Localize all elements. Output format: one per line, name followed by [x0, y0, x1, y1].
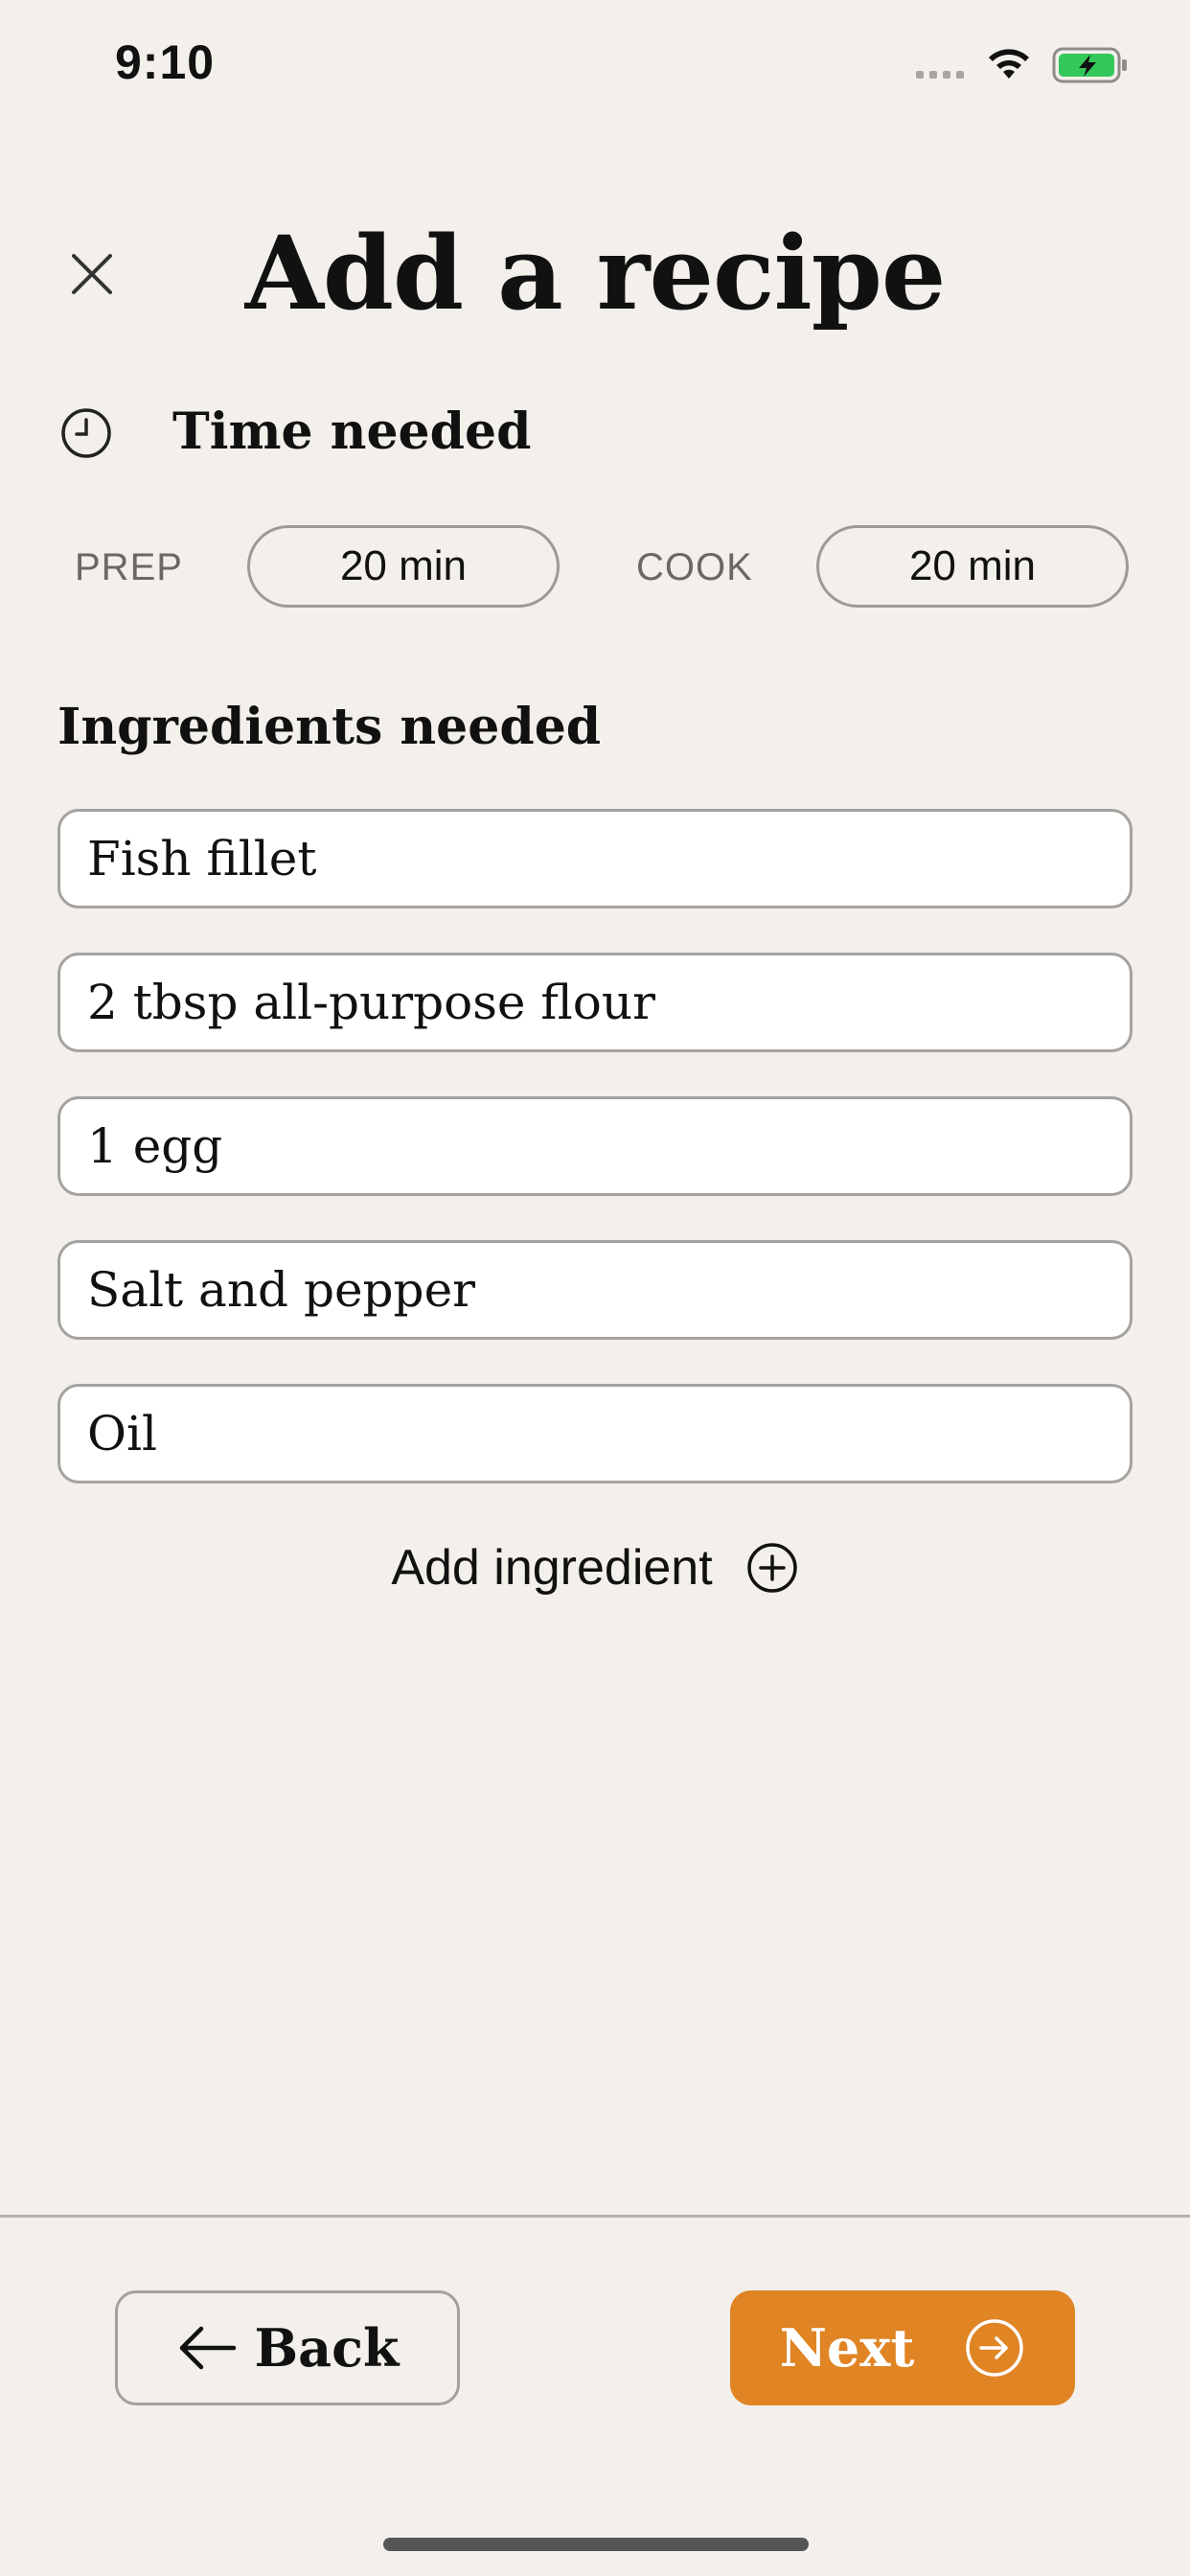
back-button[interactable]: Back: [115, 2290, 460, 2405]
ingredient-field[interactable]: 2 tbsp all-purpose flour: [57, 953, 1133, 1052]
cook-time-field[interactable]: 20 min: [816, 525, 1129, 608]
wifi-icon: [985, 44, 1033, 87]
ingredient-field[interactable]: Salt and pepper: [57, 1240, 1133, 1340]
clock-icon: [59, 406, 113, 465]
next-label: Next: [779, 2317, 915, 2379]
ingredient-field[interactable]: Fish fillet: [57, 809, 1133, 908]
footer-divider: [0, 2215, 1190, 2218]
ingredient-field[interactable]: 1 egg: [57, 1096, 1133, 1196]
add-ingredient-button[interactable]: Add ingredient: [0, 1539, 1190, 1597]
arrow-right-circle-icon: [966, 2319, 1024, 2377]
home-indicator: [383, 2538, 809, 2551]
arrow-left-icon: [179, 2326, 236, 2370]
time-needed-heading: Time needed: [172, 402, 532, 461]
battery-charging-icon: [1052, 46, 1131, 89]
cook-label: COOK: [636, 546, 753, 588]
ingredient-field[interactable]: Oil: [57, 1384, 1133, 1484]
back-label: Back: [254, 2317, 400, 2379]
signal-dots-icon: [916, 71, 964, 79]
prep-label: PREP: [75, 546, 183, 588]
add-ingredient-label: Add ingredient: [391, 1540, 713, 1596]
prep-time-field[interactable]: 20 min: [247, 525, 560, 608]
next-button[interactable]: Next: [730, 2290, 1075, 2405]
plus-circle-icon: [746, 1543, 797, 1593]
page-title: Add a recipe: [244, 213, 947, 333]
status-time: 9:10: [115, 35, 216, 89]
ingredients-heading: Ingredients needed: [57, 698, 602, 756]
